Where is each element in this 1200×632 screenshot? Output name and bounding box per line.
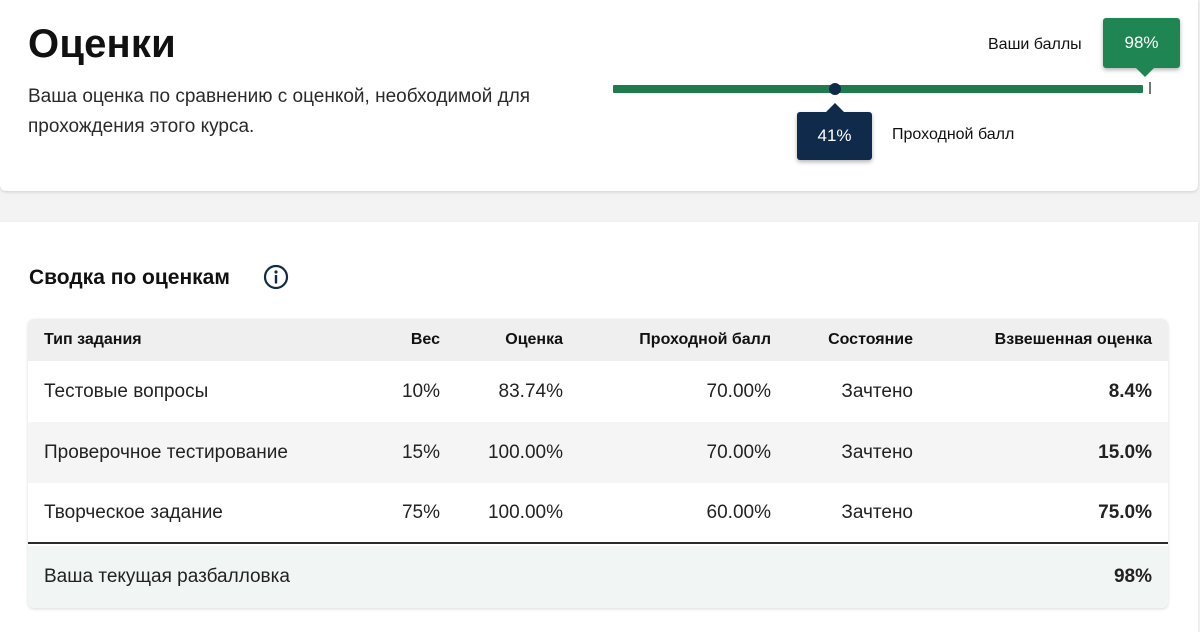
cell-weight: 10% bbox=[401, 380, 440, 402]
cell-state: Зачтено bbox=[841, 380, 913, 402]
column-header-weighted: Взвешенная оценка bbox=[994, 331, 1152, 348]
table-header-row: Тип задания Вес Оценка Проходной балл Со… bbox=[28, 319, 1168, 361]
cell-weight: 75% bbox=[401, 501, 440, 523]
cell-weighted: 75.0% bbox=[1098, 501, 1152, 523]
cell-type: Тестовые вопросы bbox=[44, 380, 209, 402]
table-row: Проверочное тестирование 15% 100.00% 70.… bbox=[28, 422, 1168, 483]
total-row: Ваша текущая разбалловка 98% bbox=[28, 546, 1168, 608]
grade-summary-table: Тип задания Вес Оценка Проходной балл Со… bbox=[28, 319, 1168, 608]
table-row: Творческое задание 75% 100.00% 60.00% За… bbox=[28, 483, 1168, 544]
cell-passing: 70.00% bbox=[706, 380, 771, 402]
cell-type: Творческое задание bbox=[44, 501, 223, 523]
column-header-score: Оценка bbox=[505, 331, 563, 348]
total-value: 98% bbox=[1113, 566, 1152, 587]
passing-score-badge: 41% bbox=[797, 103, 872, 160]
column-header-type: Тип задания bbox=[44, 331, 142, 348]
cell-score: 83.74% bbox=[498, 380, 563, 402]
your-score-label: Ваши баллы bbox=[988, 36, 1082, 53]
column-header-weight: Вес bbox=[410, 331, 440, 348]
total-label: Ваша текущая разбалловка bbox=[44, 566, 290, 587]
page-description: Ваша оценка по сравнению с оценкой, необ… bbox=[28, 86, 531, 137]
progress-bar-end-marker bbox=[1149, 82, 1151, 94]
cell-state: Зачтено bbox=[841, 501, 913, 523]
column-header-state: Состояние bbox=[828, 331, 913, 348]
cell-state: Зачтено bbox=[841, 441, 913, 463]
column-header-passing: Проходной балл bbox=[639, 331, 771, 348]
page-title: Оценки bbox=[28, 22, 176, 66]
your-score-badge: 98% bbox=[1103, 18, 1180, 77]
cell-weight: 15% bbox=[401, 441, 440, 463]
cell-type: Проверочное тестирование bbox=[44, 441, 288, 463]
table-row: Тестовые вопросы 10% 83.74% 70.00% Зачте… bbox=[28, 361, 1168, 422]
passing-score-label: Проходной балл bbox=[892, 126, 1015, 143]
cell-weighted: 15.0% bbox=[1098, 441, 1152, 463]
cell-score: 100.00% bbox=[487, 441, 563, 463]
cell-score: 100.00% bbox=[487, 501, 563, 523]
cell-passing: 70.00% bbox=[706, 441, 771, 463]
grade-summary-title: Сводка по оценкам bbox=[29, 266, 230, 289]
info-circle-icon[interactable] bbox=[263, 264, 289, 290]
cell-passing: 60.00% bbox=[706, 501, 771, 523]
cell-weighted: 8.4% bbox=[1108, 380, 1152, 402]
score-progress-bar bbox=[613, 85, 1143, 93]
passing-threshold-marker bbox=[829, 83, 841, 95]
